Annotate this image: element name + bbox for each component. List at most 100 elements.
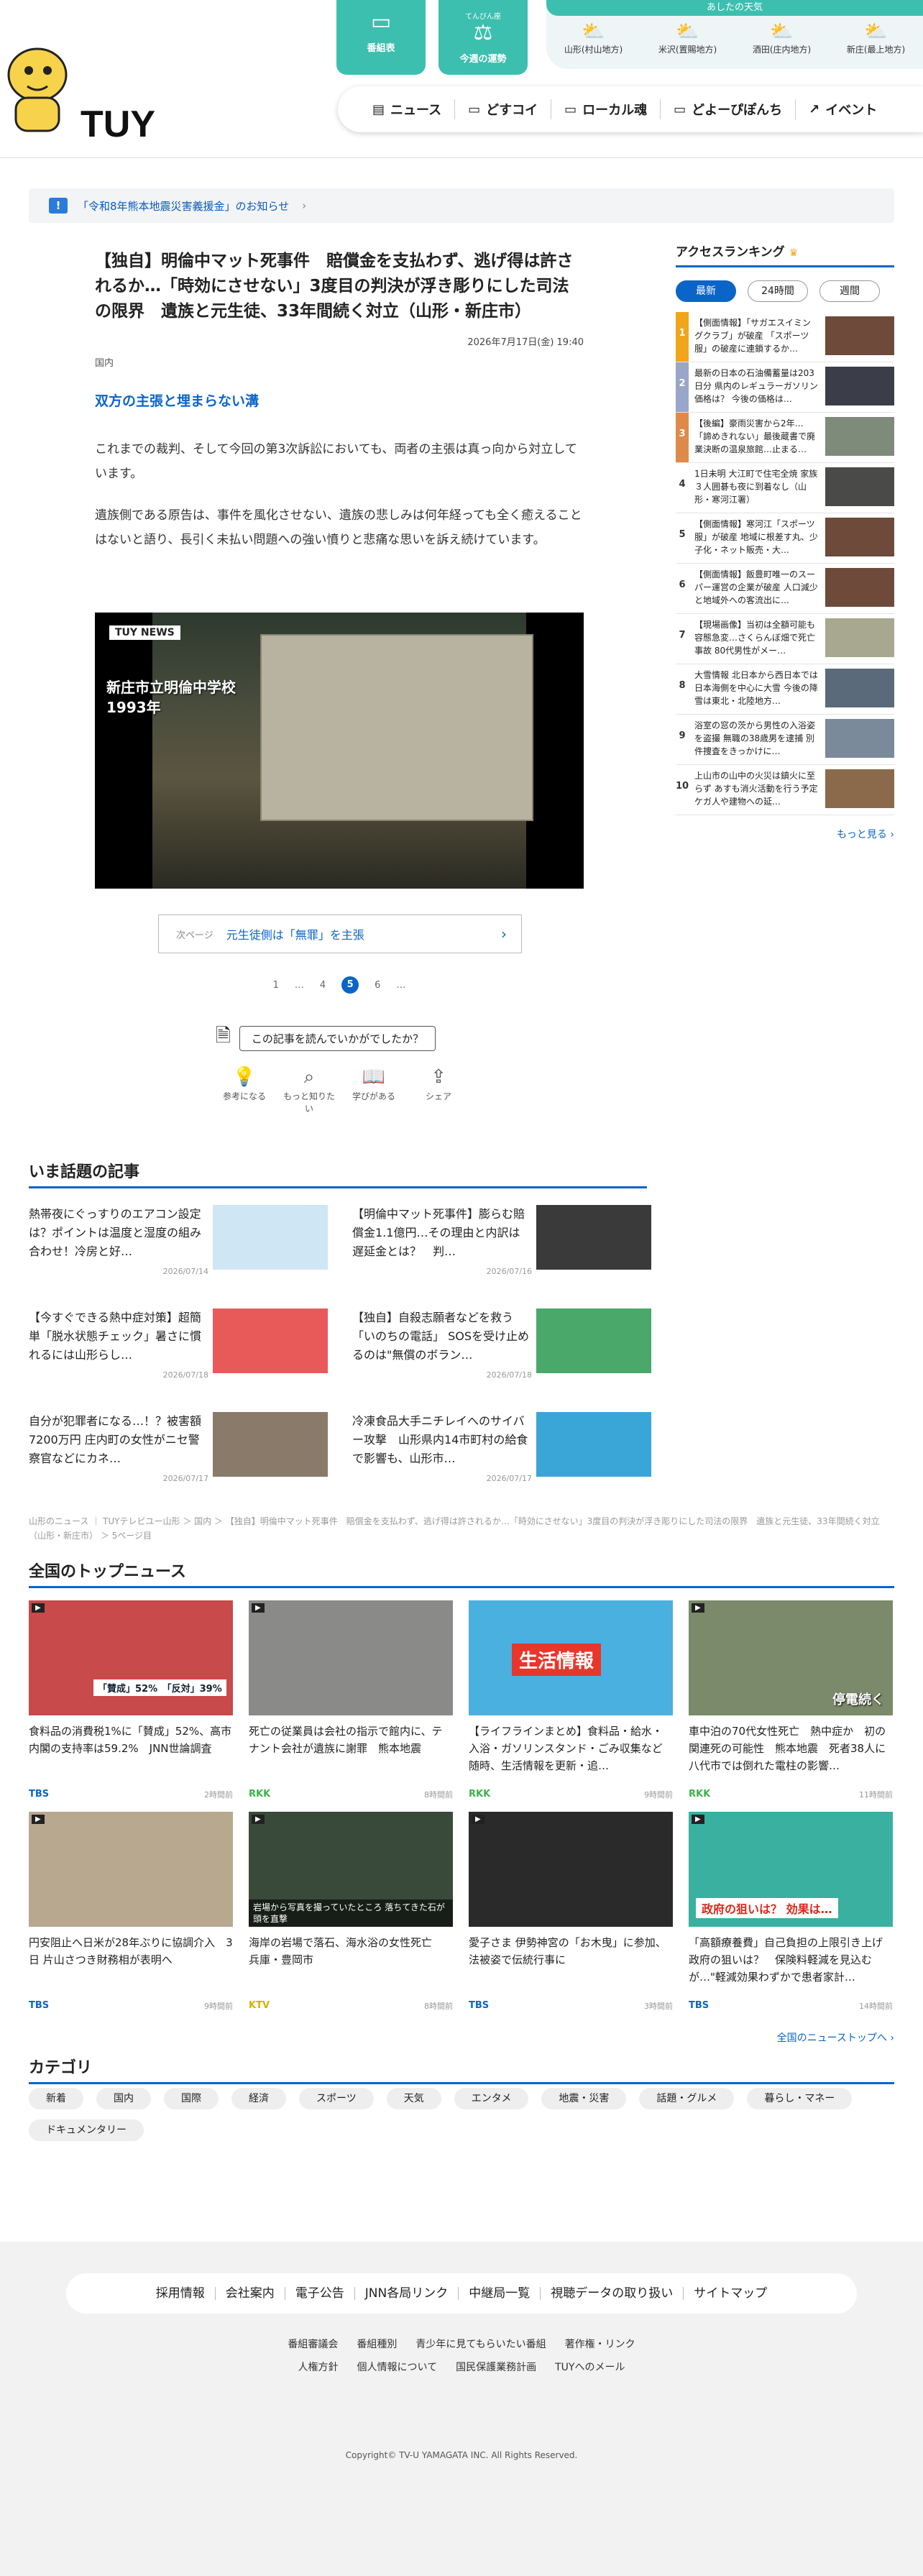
category-chip[interactable]: エンタメ — [454, 2088, 529, 2109]
category-chip[interactable]: 話題・グルメ — [639, 2088, 735, 2109]
reaction-learn[interactable]: 📖 学びがある — [345, 1064, 403, 1114]
tab-24h[interactable]: 24時間 — [748, 280, 808, 302]
page-link[interactable]: 4 — [320, 980, 326, 991]
footer-sublink[interactable]: TUYへのメール — [555, 2360, 625, 2374]
category-chip[interactable]: 新着 — [29, 2088, 83, 2109]
reaction-bar: 💡 参考になる ⌕ もっと知りたい 📖 学びがある ⇪ シェア — [216, 1064, 467, 1114]
article-category[interactable]: 国内 — [95, 355, 584, 369]
chevron-right-icon: › — [302, 199, 307, 212]
play-icon: ▶ — [252, 1603, 265, 1613]
feedback-prompt: 🗎 この記事を読んでいかがでしたか？ — [216, 1022, 436, 1054]
ranking-item[interactable]: 9 浴室の窓の茨から男性の入浴姿を盗撮 無職の38歳男を逮捕 別件捜査をきっかけに… — [676, 715, 894, 765]
news-card[interactable]: ▶ 岩場から写真を撮っていたところ 落ちてきた石が頭を直撃 海岸の岩場で落石、海水… — [249, 1812, 453, 2011]
category-chip[interactable]: 天気 — [386, 2088, 441, 2109]
trending-card[interactable]: 冷凍食品大手ニチレイへのサイバー攻撃 山形県内14市町村の給食で影響も、山形市…… — [352, 1412, 654, 1491]
news-card[interactable]: ▶ 円安阻止へ日米が28年ぶりに協調介入 3日 片山さつき財務相が表明へ TBS 9… — [29, 1812, 233, 2011]
news-card[interactable]: ▶ 停電続く 車中泊の70代女性死亡 熱中症か 初の関連死の可能性 熊本地震 死者… — [689, 1600, 893, 1800]
thumbnail — [825, 669, 894, 707]
ranking-title: アクセスランキング ♛ — [676, 242, 894, 267]
category-chip[interactable]: 国内 — [96, 2088, 151, 2109]
article-date: 2026年7月17日(金) 19:40 — [467, 337, 584, 348]
notice-banner[interactable]: ! 「令和8年熊本地震災害義援金」のお知らせ › — [29, 188, 894, 223]
nav-local[interactable]: ▭ ローカル魂 — [551, 99, 661, 119]
crown-icon: ♛ — [789, 247, 799, 259]
cloudy-sun-icon: ⛅ — [582, 21, 605, 42]
trending-card[interactable]: 【独自】自殺志願者などを救う「いのちの電話」 SOSを受け止めるのは"無償のボラ… — [352, 1308, 654, 1388]
ranking-item[interactable]: 3 【後編】豪雨災害から2年…「諦めきれない」最後蔵書で廃業決断の温泉旅館…止まる… — [676, 413, 894, 463]
ranking-more-link[interactable]: もっと見る › — [676, 827, 894, 841]
footer-link[interactable]: 会社案内 — [216, 2287, 285, 2300]
footer-sublink[interactable]: 青少年に見てもらいたい番組 — [415, 2337, 546, 2351]
photo-caption: 新庄市立明倫中学校 — [106, 679, 236, 696]
thumbnail — [536, 1412, 651, 1477]
news-card[interactable]: ▶ 愛子さま 伊勢神宮の「お木曳」に参加、法被姿で伝統行事に TBS 3時間前 — [469, 1812, 673, 2011]
footer-sublink[interactable]: 国民保護業務計画 — [456, 2360, 536, 2374]
category-chip[interactable]: ドキュメンタリー — [29, 2119, 144, 2141]
trending-card[interactable]: 【今すぐできる熱中症対策】超簡単「脱水状態チェック」暑さに慣れるには山形らし… 2… — [29, 1308, 331, 1388]
national-news-more-link[interactable]: 全国のニューストップへ › — [777, 2030, 894, 2045]
category-chip[interactable]: 経済 — [231, 2088, 286, 2109]
ranking-item[interactable]: 4 1日未明 大江町で住宅全焼 家族３人囲碁も夜に到着なし（山形・寒河江署） — [676, 463, 894, 513]
footer-sublink[interactable]: 著作権・リンク — [565, 2337, 635, 2351]
tab-latest[interactable]: 最新 — [676, 280, 736, 302]
footer-link[interactable]: 採用情報 — [146, 2287, 216, 2300]
nav-doyo[interactable]: ▭ どよーぴぽんち — [661, 99, 796, 119]
footer-sublink[interactable]: 番組種別 — [357, 2337, 397, 2351]
ranking-item[interactable]: 2 最新の日本の石油備蓄量は203日分 県内のレギュラーガソリン価格は？ 今後の価… — [676, 362, 894, 413]
tab-weekly[interactable]: 週間 — [819, 280, 880, 302]
news-card[interactable]: ▶ 政府の狙いは？ 効果は… 「高額療養費」自己負担の上限引き上げ 政府の狙いは？… — [689, 1812, 893, 2011]
weather-item[interactable]: ⛅ 山形(村山地方) — [564, 20, 623, 55]
ranking-item[interactable]: 8 大雪情報 北日本から西日本では日本海側を中心に大雪 今後の降雪は東北・北陸地方… — [676, 664, 894, 715]
reaction-more[interactable]: ⌕ もっと知りたい — [280, 1064, 338, 1114]
footer-link[interactable]: サイトマップ — [684, 2287, 777, 2300]
trending-card[interactable]: 熱帯夜にぐっすりのエアコン設定は？ポイントは温度と湿度の組み合わせ！冷房と好… 2… — [29, 1205, 331, 1284]
trending-card[interactable]: 自分が犯罪者になる…！？被害額7200万円 庄内町の女性がニセ警察官などにカネ…… — [29, 1412, 331, 1491]
footer-sublink[interactable]: 番組審議会 — [288, 2337, 338, 2351]
play-icon: ▶ — [692, 1815, 704, 1824]
category-chip[interactable]: スポーツ — [299, 2088, 374, 2109]
tv-icon: ▭ — [370, 9, 392, 35]
footer-link[interactable]: JNN各局リンク — [355, 2287, 459, 2300]
horoscope-tile[interactable]: てんびん座 ⚖ 今週の運勢 — [438, 0, 528, 75]
category-chip[interactable]: 地震・災害 — [541, 2088, 627, 2109]
footer-nav: 採用情報 会社案内 電子公告 JNN各局リンク 中継局一覧 視聴データの取り扱い… — [66, 2273, 857, 2314]
newspaper-icon: ▤ — [372, 101, 385, 117]
reaction-useful[interactable]: 💡 参考になる — [216, 1064, 273, 1114]
weather-item[interactable]: ⛅ 新庄(最上地方) — [847, 20, 905, 55]
news-card[interactable]: 生活情報 【ライフラインまとめ】食料品・給水・入浴・ガソリンスタンド・ごみ収集な… — [469, 1600, 673, 1800]
magnifier-icon: ⌕ — [303, 1066, 315, 1088]
nav-dosukoi[interactable]: ▭ どすコイ — [455, 99, 552, 119]
footer-link[interactable]: 視聴データの取り扱い — [541, 2287, 684, 2300]
thumbnail: ▶ — [469, 1812, 673, 1927]
weather-item[interactable]: ⛅ 酒田(庄内地方) — [753, 20, 811, 55]
share-button[interactable]: ⇪ シェア — [410, 1064, 467, 1114]
play-icon: ▶ — [472, 1815, 485, 1824]
news-card[interactable]: ▶ 死亡の従業員は会社の指示で館内に、テナント会社が遺族に謝罪 熊本地震 RKK 8… — [249, 1600, 453, 1800]
nav-event[interactable]: ↗ イベント — [796, 99, 890, 119]
breadcrumb[interactable]: 山形のニュース ｜ TUYテレビユー山形 ＞ 国内 ＞ 【独自】明倫中マット死事… — [29, 1514, 894, 1543]
copyright: Copyright© TV-U YAMAGATA INC. All Rights… — [345, 2450, 578, 2460]
page-link[interactable]: 1 — [273, 980, 279, 991]
tuy-logo[interactable]: TUY — [0, 29, 216, 151]
article-paragraph: これまでの裁判、そして今回の第3次訴訟においても、両者の主張は真っ向から対立して… — [95, 442, 577, 481]
footer-sublink[interactable]: 人権方針 — [298, 2360, 339, 2374]
program-guide-tile[interactable]: ▭ 番組表 — [336, 0, 426, 75]
footer-sublink[interactable]: 個人情報について — [357, 2360, 438, 2374]
ranking-item[interactable]: 1 【側面情報】「サガエスイミングクラブ」が破産 「スポーツ服」の破産に連鎖するか… — [676, 312, 894, 362]
weather-item[interactable]: ⛅ 米沢(置賜地方) — [658, 20, 717, 55]
trending-card[interactable]: 【明倫中マット死事件】膨らむ賠償金1.1億円…その理由と内訳は 遅延金とは？ 判… — [352, 1205, 654, 1284]
ranking-item[interactable]: 7 【現場画像】当初は全額可能も容態急変…さくらんぼ畑で死亡事故 80代男性がメー… — [676, 614, 894, 664]
nav-news[interactable]: ▤ ニュース — [359, 99, 456, 119]
ranking-item[interactable]: 5 【側面情報】寒河江「スポーツ服」が破産 地域に根差す丸、少子化・ネット販売・大… — [676, 513, 894, 564]
footer-link[interactable]: 中継局一覧 — [459, 2287, 541, 2300]
footer-link[interactable]: 電子公告 — [285, 2287, 355, 2300]
ranking-item[interactable]: 6 【側面情報】飯豊町唯一のスーパー運営の企業が破産 人口減少と地域外への客流出に… — [676, 564, 894, 614]
ranking-item[interactable]: 10 上山市の山中の火災は鎮火に至らず あすも消火活動を行う予定 ケガ人や建物への… — [676, 765, 894, 815]
weather-widget[interactable]: あしたの天気 ⛅ 山形(村山地方) ⛅ 米沢(置賜地方) ⛅ 酒田(庄内地方) ⛅ 新庄… — [546, 0, 923, 69]
next-page-link[interactable]: 次ページ 元生徒側は「無罪」を主張 › — [158, 915, 522, 953]
page-link[interactable]: 6 — [375, 980, 380, 991]
news-card[interactable]: ▶ 「賛成」52% 「反対」39% 食料品の消費税1%に「賛成」52%、高市内閣の… — [29, 1600, 233, 1800]
category-chip[interactable]: 国際 — [164, 2088, 219, 2109]
category-chip[interactable]: 暮らし・マネー — [747, 2088, 853, 2109]
thumbnail: 生活情報 — [469, 1600, 673, 1715]
